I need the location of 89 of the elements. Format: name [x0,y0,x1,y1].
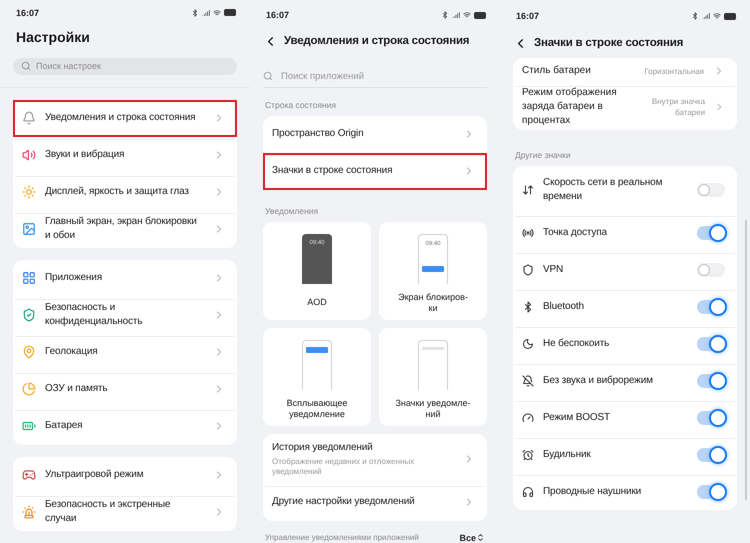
settings-item[interactable]: ОЗУ и память [13,370,237,408]
toggle-switch[interactable] [697,448,725,462]
sun-icon [22,185,36,200]
settings-item[interactable]: Звуки и вибрация [13,136,237,174]
bluetooth-icon [191,8,199,17]
search-icon [21,61,31,72]
item-value: Горизонтальная [643,66,704,76]
item-value: Внутри значка батареи [650,96,706,118]
status-time: 16:07 [266,10,290,20]
wifi-icon [213,8,221,17]
toggle-label: Bluetooth [543,300,585,314]
bell-icon [22,111,36,126]
page-title: Уведомления и строка состояния [284,35,470,48]
bluetooth-icon [522,300,534,312]
section-label: Строка состояния [265,100,337,110]
settings-item[interactable]: Главный экран, экран блокировки и обои [13,210,237,248]
toggle-label: Точка доступа [543,226,608,240]
settings-item[interactable]: Дисплей, яркость и защита глаз [13,174,237,211]
page-title: Настройки [16,28,91,45]
toggle-label: Режим BOOST [543,410,611,424]
page-title: Значки в строке состояния [534,37,684,49]
toggle-label: Скорость сети в реальном времени [543,176,664,204]
settings-item[interactable]: Геолокация [13,334,237,371]
toggle-switch[interactable] [697,336,725,350]
toggle-label: Будильник [543,448,592,462]
toggle-switch[interactable] [697,262,725,276]
gamepad-icon [22,468,36,482]
phone-drawing [418,340,448,390]
toggle-label: Без звука и виброрежим [543,374,654,388]
toggle-switch[interactable] [697,300,725,314]
section-label: Управление уведомлениями приложений [265,533,419,542]
settings-item[interactable]: Стиль батареи Горизонтальная [513,58,737,84]
battery-icon [724,12,736,20]
bluetooth-icon [691,12,699,20]
notification-style-tile[interactable]: Значки уведомле- ний [379,328,487,426]
shield-icon [22,308,36,322]
settings-item[interactable]: Другие настройки уведомлений [263,484,487,521]
settings-item[interactable]: Батарея [13,408,237,445]
siren-icon [22,505,36,520]
grid-icon [22,271,36,286]
bluetooth-icon [441,11,449,20]
location-pin-icon [22,345,36,360]
toggle-label: Не беспокоить [543,336,610,350]
pie-chart-icon [22,382,36,396]
toggle-switch[interactable] [697,183,725,197]
toggle-switch[interactable] [697,484,725,498]
toggle-switch[interactable] [697,374,725,388]
battery-icon [474,12,486,19]
search-icon [263,71,273,82]
toggle-switch[interactable] [697,226,725,240]
signal-icon [202,8,210,17]
item-title: Другие настройки уведомлений [272,495,416,510]
settings-item[interactable]: Безопасность и конфиденциальность [13,296,237,334]
item-title: Стиль батареи [522,64,591,78]
signal-icon [702,12,710,20]
status-time: 16:07 [516,11,540,21]
item-title: Режим отображения заряда батареи в процентах [522,86,618,128]
item-subtitle: Отображение недавних и отложенных уведомлений [272,456,416,477]
moon-icon [522,338,534,350]
settings-item[interactable]: Значки в строке состояния [263,152,487,190]
alarm-clock-icon [522,448,534,460]
settings-item[interactable]: Безопасность и экстренные случаи [13,494,237,531]
toggle-switch[interactable] [697,410,725,424]
gauge-icon [522,412,534,424]
wifi-icon [463,11,471,20]
hotspot-icon [522,226,534,238]
settings-item[interactable]: История уведомлений Отображение недавних и отложенных уведомлений [263,434,487,484]
settings-item[interactable]: Приложения [13,260,237,297]
picture-icon [22,222,36,236]
headphones-icon [522,486,534,498]
up-down-caret-icon [476,533,485,542]
notification-style-tile[interactable]: Всплывающее уведомление [263,328,371,426]
item-title: История уведомлений [272,440,374,455]
sort-dropdown[interactable]: Все [459,532,485,543]
bell-off-icon [522,374,534,386]
speaker-icon [22,148,36,162]
battery-icon [224,9,236,16]
settings-item[interactable]: Пространство Origin [263,116,487,153]
wifi-icon [713,12,721,20]
settings-item[interactable]: Режим отображения заряда батареи в процентах Внутри значка батареи [513,84,737,130]
section-label: Другие значки [515,150,572,160]
toggle-label: Проводные наушники [543,484,642,498]
settings-item[interactable]: Уведомления и строка состояния [13,100,237,137]
phone-drawing [302,340,332,390]
toggle-label: VPN [543,262,564,276]
settings-item[interactable]: Ультраигровой режим [13,456,237,494]
section-label: Уведомления [265,206,320,216]
status-time: 16:07 [16,8,40,18]
signal-icon [452,11,460,20]
